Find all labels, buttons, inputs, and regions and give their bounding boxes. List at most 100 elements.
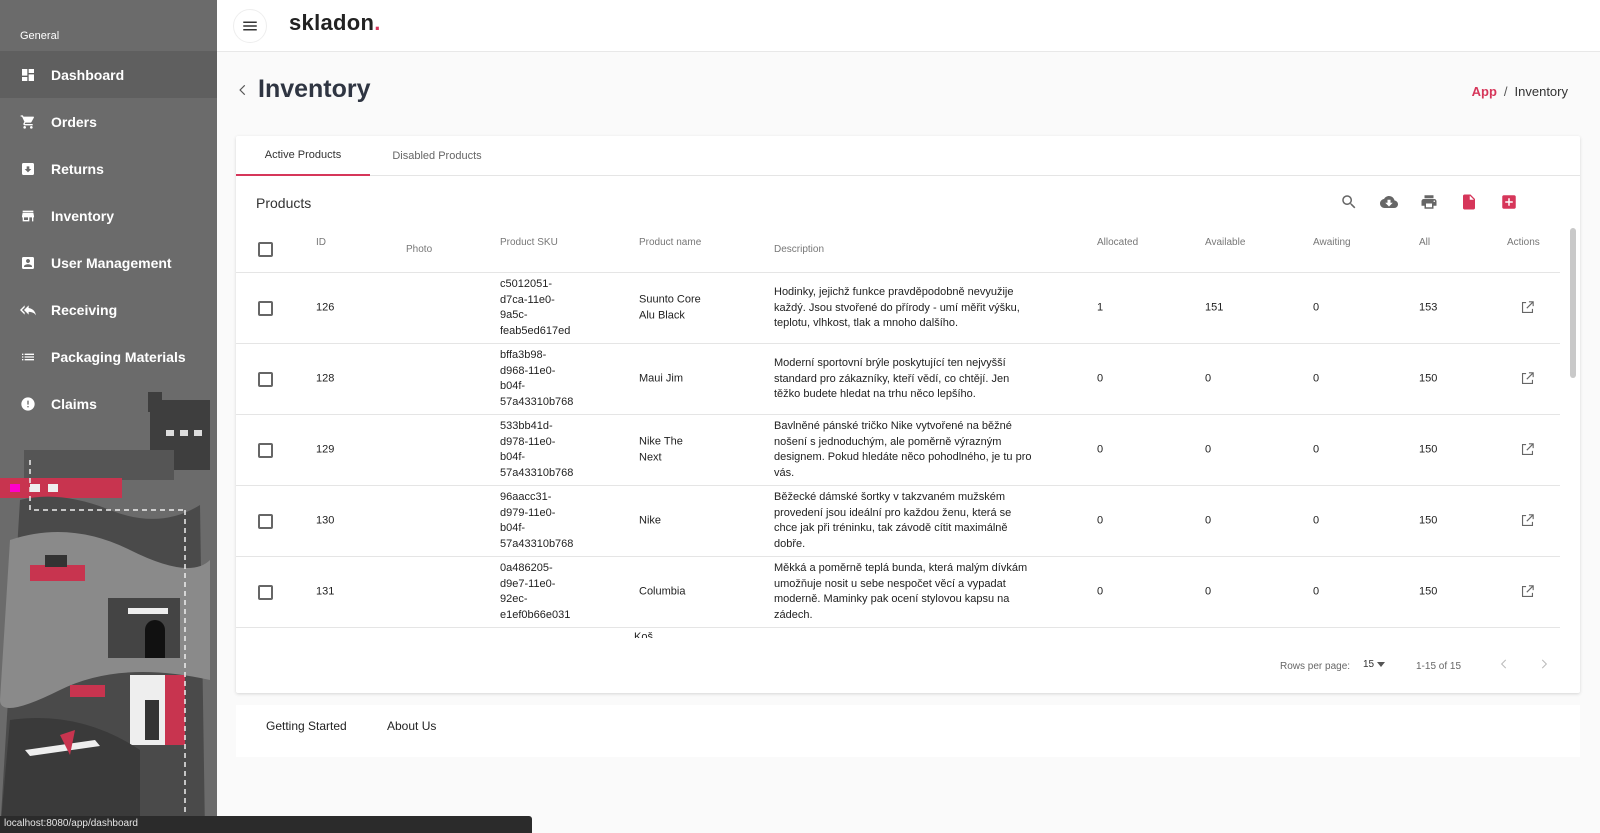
cell-allocated: 1 [1097,301,1104,314]
products-header: Products [236,176,1580,228]
breadcrumb-root-link[interactable]: App [1472,84,1497,99]
breadcrumb-current: Inventory [1514,84,1568,99]
column-header-sku[interactable]: Product SKU [500,237,558,248]
hamburger-icon [243,21,257,31]
cart-icon [19,113,37,131]
cell-sku: bffa3b98- d968-11e0- b04f- 57a43310b768 [500,349,574,408]
logo-text: skladon [289,10,375,35]
add-product-button[interactable] [1497,190,1521,214]
sidebar-item-label: User Management [51,254,172,271]
cell-description: Hodinky, jejichž funkce pravděpodobně ne… [774,285,1020,329]
sidebar-item-label: Claims [51,395,97,412]
cell-awaiting: 0 [1313,301,1320,314]
cell-description: Běžecké dámské šortky v takzvaném mužské… [774,491,1012,550]
open-product-button[interactable] [1519,370,1537,388]
footer-link-about-us[interactable]: About Us [387,719,436,733]
page-title: Inventory [258,75,371,103]
select-all-checkbox[interactable] [258,242,273,257]
open-product-button[interactable] [1519,299,1537,317]
column-header-awaiting[interactable]: Awaiting [1313,237,1351,248]
cell-sku: 96aacc31- d979-11e0- b04f- 57a43310b768 [500,491,574,550]
row-checkbox[interactable] [258,514,273,529]
sidebar-item-label: Dashboard [51,66,125,83]
column-header-available[interactable]: Available [1205,237,1245,248]
cloud-download-icon [1380,196,1398,208]
cell-available: 151 [1205,301,1224,314]
scrollbar-thumb[interactable] [1570,228,1576,378]
cell-awaiting: 0 [1313,372,1320,385]
footer-link-getting-started[interactable]: Getting Started [266,719,347,733]
cell-name: Nike [639,514,662,527]
caret-down-icon [1377,662,1386,667]
sidebar-item-orders[interactable]: Orders [0,98,217,145]
table-row: 126 c5012051- d7ca-11e0- 9a5c- feab5ed61… [236,273,1560,344]
breadcrumb-separator: / [1503,84,1508,99]
logo[interactable]: skladon. [289,10,381,36]
download-button[interactable] [1377,190,1401,214]
cell-id: 130 [316,514,335,527]
rows-per-page-label: Rows per page: [1280,661,1351,672]
open-product-button[interactable] [1519,583,1537,601]
cell-sku: 533bb41d- d978-11e0- b04f- 57a43310b768 [500,420,574,479]
cell-all: 150 [1419,514,1438,527]
tab-active-products[interactable]: Active Products [236,136,370,176]
cell-all: 150 [1419,372,1438,385]
print-button[interactable] [1417,190,1441,214]
open-product-button[interactable] [1519,512,1537,530]
chevron-right-icon [1541,659,1548,669]
sidebar-item-inventory[interactable]: Inventory [0,192,217,239]
cell-allocated: 0 [1097,443,1104,456]
pagination: Rows per page: 15 1-15 of 15 [236,643,1580,693]
open-in-new-icon [1521,585,1534,598]
row-checkbox[interactable] [258,585,273,600]
sidebar-section-label: General [20,30,60,42]
table-row: 130 96aacc31- d979-11e0- b04f- 57a43310b… [236,486,1560,557]
column-header-allocated[interactable]: Allocated [1097,237,1138,248]
cell-awaiting: 0 [1313,514,1320,527]
sidebar-item-returns[interactable]: Returns [0,145,217,192]
row-checkbox[interactable] [258,372,273,387]
table-row: 129 533bb41d- d978-11e0- b04f- 57a43310b… [236,415,1560,486]
alert-circle-icon [19,395,37,413]
row-checkbox[interactable] [258,301,273,316]
tab-disabled-products[interactable]: Disabled Products [370,136,504,176]
breadcrumb: App / Inventory [1472,84,1568,99]
reply-all-icon [19,301,37,319]
column-header-name[interactable]: Product name [639,237,701,248]
open-product-button[interactable] [1519,441,1537,459]
sidebar-item-claims[interactable]: Claims [0,380,217,427]
row-checkbox[interactable] [258,443,273,458]
sidebar-item-label: Orders [51,113,97,130]
cell-name: Columbia [639,585,686,598]
product-tabs: Active Products Disabled Products [236,136,1580,176]
cell-sku: 0a486205- d9e7-11e0- 92ec- e1ef0b66e031 [500,562,571,621]
cell-name: Maui Jim [639,372,684,385]
open-in-new-icon [1521,372,1534,385]
back-button[interactable] [236,80,252,100]
sidebar-item-packaging-materials[interactable]: Packaging Materials [0,333,217,380]
export-pdf-button[interactable] [1457,190,1481,214]
rows-per-page-value: 15 [1363,659,1375,670]
next-page-button[interactable] [1537,657,1553,673]
menu-toggle-button[interactable] [233,9,267,43]
table-scrollbar[interactable] [1570,228,1576,643]
products-title: Products [256,195,312,211]
column-header-id[interactable]: ID [316,237,326,248]
previous-page-button[interactable] [1497,657,1513,673]
cell-id: 131 [316,585,335,598]
sidebar-item-user-management[interactable]: User Management [0,239,217,286]
sidebar-item-dashboard[interactable]: Dashboard [0,51,217,98]
table-body: 126 c5012051- d7ca-11e0- 9a5c- feab5ed61… [236,273,1560,643]
table-row: 131 0a486205- d9e7-11e0- 92ec- e1ef0b66e… [236,557,1560,628]
print-icon [1421,195,1437,209]
search-button[interactable] [1337,190,1361,214]
column-header-all[interactable]: All [1419,237,1430,248]
sidebar-item-receiving[interactable]: Receiving [0,286,217,333]
sidebar-item-label: Inventory [51,207,115,224]
open-in-new-icon [1521,443,1534,456]
search-icon [1342,195,1356,209]
cell-description: Moderní sportovní brýle poskytující ten … [774,356,1010,400]
cell-available: 0 [1205,443,1212,456]
rows-per-page-select[interactable]: 15 [1363,659,1386,670]
sidebar-nav: Dashboard Orders Returns Inventory User … [0,51,217,427]
